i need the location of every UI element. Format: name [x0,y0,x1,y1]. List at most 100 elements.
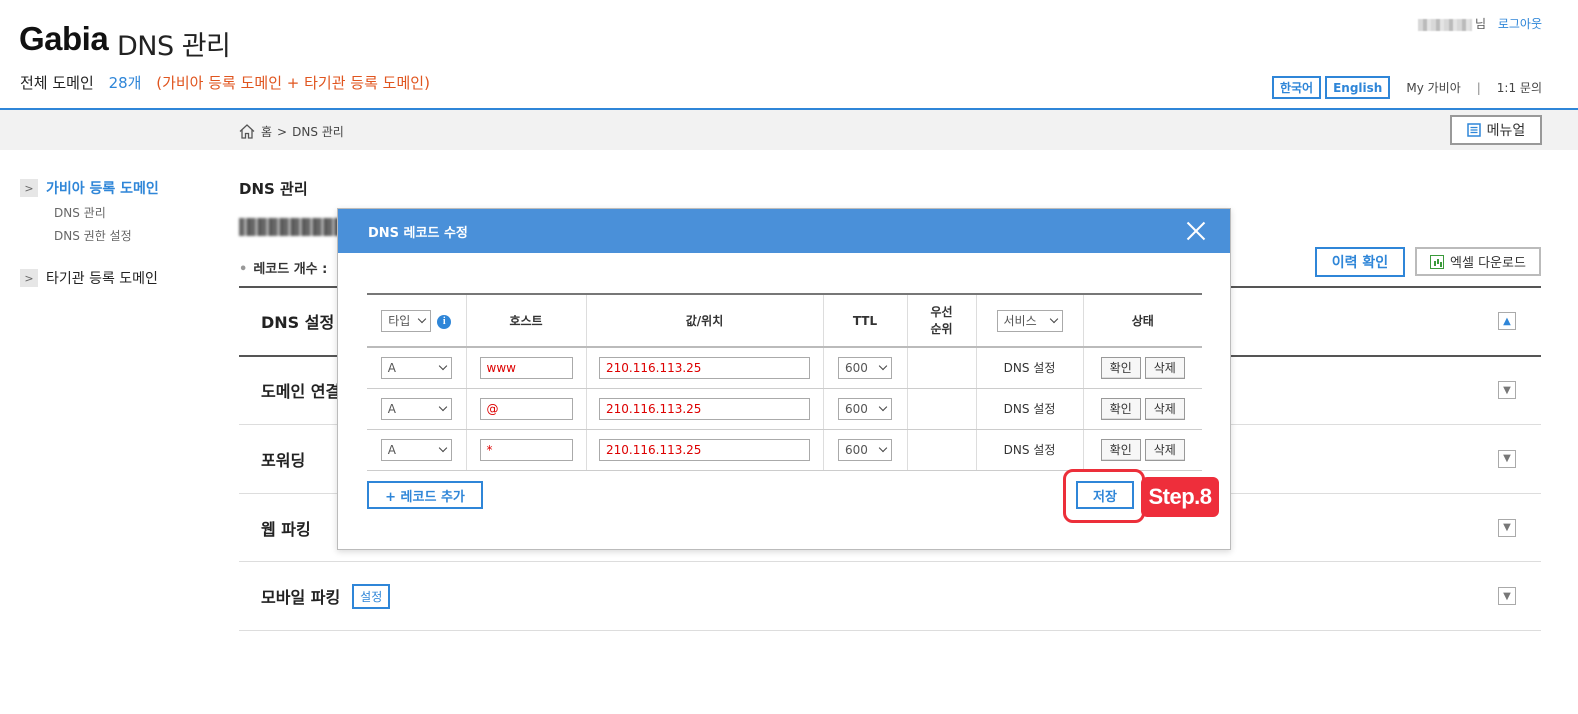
breadcrumb: 홈 > DNS 관리 [239,123,344,140]
table-row: A * 210.116.113.25 600 DNS 설정 확인 삭제 [367,429,1202,471]
manual-button[interactable]: 메뉴얼 [1450,115,1542,145]
record-count-label: 레코드 개수 : [253,262,328,277]
logout-link[interactable]: 로그아웃 [1498,17,1542,31]
delete-button[interactable]: 삭제 [1144,438,1185,461]
service-filter-select[interactable]: 서비스 [996,309,1063,332]
user-name-redacted [1417,18,1472,31]
bullet: • [239,262,248,277]
close-icon[interactable] [1186,221,1206,241]
dns-record-edit-modal: DNS 레코드 수정 타입 i 호스트 값/위치 TTL 우선 순위 서비스 상태… [337,208,1231,550]
domain-name-redacted [239,218,339,236]
host-input[interactable]: www [479,356,573,379]
record-count: • 레코드 개수 : [239,258,327,277]
col-priority: 우선 순위 [906,293,976,348]
chevron-down-icon [418,314,427,324]
record-type-select[interactable]: A [380,438,452,461]
host-input[interactable]: @ [479,397,573,420]
add-record-button[interactable]: + 레코드 추가 [367,481,483,509]
sidebar: > 가비아 등록 도메인 DNS 관리 DNS 권한 설정 > 타기관 등록 도… [20,178,220,294]
col-value: 값/위치 [585,293,823,348]
ttl-select[interactable]: 600 [838,397,892,420]
ttl-select[interactable]: 600 [838,356,892,379]
section-label: 포워딩 [261,450,306,470]
top-nav: 한국어 English My 가비아 | 1:1 문의 [1268,76,1542,99]
brand-logo[interactable]: Gabia [19,20,109,58]
main-title: DNS 관리 [239,180,308,198]
value-input[interactable]: 210.116.113.25 [599,438,810,461]
domain-summary: 전체 도메인 28개 (가비아 등록 도메인 + 타기관 등록 도메인) [20,72,430,93]
chevron-right-icon: > [20,179,38,197]
info-icon[interactable]: i [437,314,452,329]
col-service: 서비스 [975,293,1083,348]
service-cell: DNS 설정 [975,429,1083,471]
user-suffix: 님 [1474,17,1486,31]
mobile-parking-set-button[interactable]: 설정 [352,583,391,609]
annotation-highlight-ring [1063,469,1145,523]
confirm-button[interactable]: 확인 [1100,356,1141,379]
table-header-row: 타입 i 호스트 값/위치 TTL 우선 순위 서비스 상태 [367,293,1202,348]
host-input[interactable]: * [479,438,573,461]
table-row: A www 210.116.113.25 600 DNS 설정 확인 삭제 [367,347,1202,389]
modal-title: DNS 레코드 수정 [368,225,468,241]
chevron-right-icon: > [20,269,38,287]
collapse-up-icon[interactable]: ▲ [1498,312,1516,331]
chevron-down-icon [438,443,447,453]
chevron-down-icon [1049,314,1058,324]
service-cell: DNS 설정 [975,347,1083,389]
section-label: DNS 설정 [261,313,335,333]
manual-button-label: 메뉴얼 [1486,123,1526,139]
sidebar-group-other[interactable]: > 타기관 등록 도메인 [20,268,220,288]
chevron-down-icon [438,362,447,371]
confirm-button[interactable]: 확인 [1100,397,1141,420]
breadcrumb-home[interactable]: 홈 [261,123,272,140]
modal-header: DNS 레코드 수정 [338,209,1230,253]
sidebar-item-dns-permission[interactable]: DNS 권한 설정 [54,227,220,244]
col-status: 상태 [1082,293,1202,348]
domain-count[interactable]: 28개 [109,74,142,92]
site-header: Gabia DNS 관리 전체 도메인 28개 (가비아 등록 도메인 + 타기… [0,0,1578,110]
expand-down-icon[interactable]: ▼ [1498,587,1516,606]
col-ttl: TTL [822,293,907,348]
priority-cell [906,388,976,430]
type-filter-select[interactable]: 타입 [381,309,432,332]
history-button[interactable]: 이력 확인 [1315,247,1405,277]
lang-korean-button[interactable]: 한국어 [1271,76,1322,99]
excel-download-button[interactable]: 엑셀 다운로드 [1415,247,1541,276]
sidebar-item-dns-manage[interactable]: DNS 관리 [54,204,220,221]
breadcrumb-bar: 홈 > DNS 관리 메뉴얼 [0,110,1578,150]
confirm-button[interactable]: 확인 [1100,438,1141,461]
sidebar-group-label: 타기관 등록 도메인 [46,271,158,287]
breadcrumb-arrow: > [277,124,288,139]
expand-down-icon[interactable]: ▼ [1498,449,1516,468]
section-mobile-parking[interactable]: 모바일 파킹 설정 ▼ [239,562,1541,631]
expand-down-icon[interactable]: ▼ [1498,381,1516,400]
record-type-select[interactable]: A [380,397,452,420]
delete-button[interactable]: 삭제 [1144,356,1185,379]
page-heading: DNS 관리 [117,31,231,62]
record-table: 타입 i 호스트 값/위치 TTL 우선 순위 서비스 상태 A www 210.… [367,293,1202,471]
my-gabia-link[interactable]: My 가비아 [1406,79,1460,96]
document-icon [1466,123,1481,137]
domain-label: 전체 도메인 [20,74,94,92]
service-cell: DNS 설정 [975,388,1083,430]
table-row: A @ 210.116.113.25 600 DNS 설정 확인 삭제 [367,388,1202,430]
record-type-select[interactable]: A [380,356,452,379]
expand-down-icon[interactable]: ▼ [1498,518,1516,537]
section-label: 모바일 파킹 [261,588,341,608]
section-label: 웹 파킹 [261,519,311,539]
brand-name: Gabia [19,20,109,57]
priority-cell [906,347,976,389]
chevron-down-icon [878,362,888,371]
ttl-select[interactable]: 600 [838,438,892,461]
lang-english-button[interactable]: English [1325,76,1391,99]
col-type: 타입 i [367,293,466,348]
inquiry-link[interactable]: 1:1 문의 [1497,79,1542,96]
value-input[interactable]: 210.116.113.25 [599,397,810,420]
delete-button[interactable]: 삭제 [1144,397,1185,420]
sidebar-group-gabia[interactable]: > 가비아 등록 도메인 [20,178,220,198]
value-input[interactable]: 210.116.113.25 [599,356,810,379]
excel-icon [1430,254,1445,269]
home-icon[interactable] [239,124,255,139]
breadcrumb-current: DNS 관리 [292,125,344,139]
col-host: 호스트 [465,293,586,348]
